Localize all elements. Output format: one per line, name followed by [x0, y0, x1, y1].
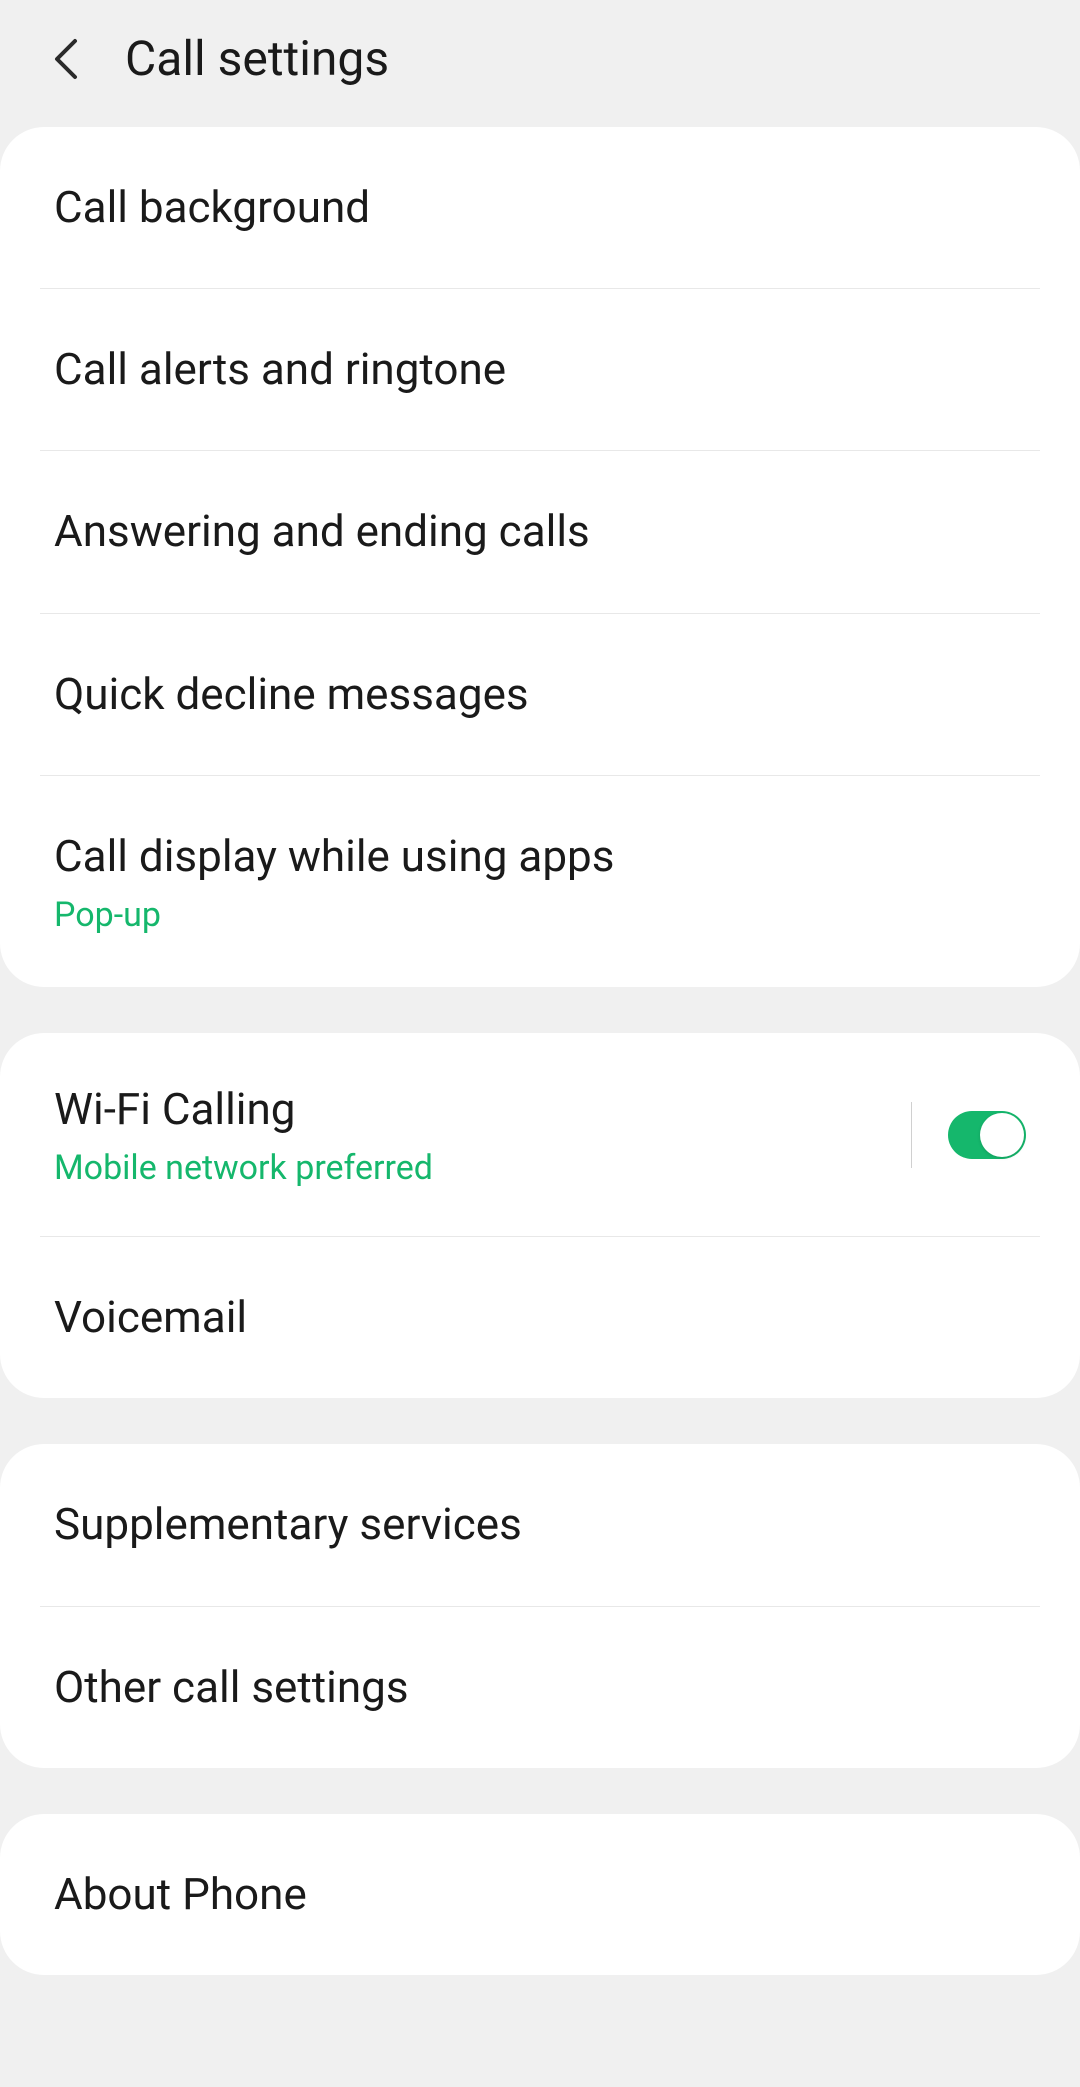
page-title: Call settings — [125, 30, 389, 87]
toggle-knob — [980, 1113, 1024, 1157]
list-item-subtitle: Pop-up — [54, 895, 1026, 935]
list-item-label: Answering and ending calls — [54, 503, 1026, 560]
toggle-area — [911, 1102, 1026, 1168]
list-item-subtitle: Mobile network preferred — [54, 1148, 911, 1188]
call-alerts-ringtone-item[interactable]: Call alerts and ringtone — [0, 289, 1080, 450]
back-button[interactable] — [45, 39, 85, 79]
list-item-label: Wi-Fi Calling — [54, 1081, 911, 1138]
list-item-text: Wi-Fi Calling Mobile network preferred — [54, 1081, 911, 1188]
settings-group-2: Wi-Fi Calling Mobile network preferred V… — [0, 1033, 1080, 1398]
header: Call settings — [0, 0, 1080, 127]
call-display-while-using-apps-item[interactable]: Call display while using apps Pop-up — [0, 776, 1080, 987]
other-call-settings-item[interactable]: Other call settings — [0, 1607, 1080, 1768]
list-item-label: About Phone — [54, 1866, 1026, 1923]
quick-decline-messages-item[interactable]: Quick decline messages — [0, 614, 1080, 775]
settings-group-1: Call background Call alerts and ringtone… — [0, 127, 1080, 987]
list-item-label: Other call settings — [54, 1659, 1026, 1716]
answering-ending-calls-item[interactable]: Answering and ending calls — [0, 451, 1080, 612]
vertical-divider — [911, 1102, 912, 1168]
list-item-label: Supplementary services — [54, 1496, 1026, 1553]
list-item-label: Call display while using apps — [54, 828, 1026, 885]
wifi-calling-item[interactable]: Wi-Fi Calling Mobile network preferred — [0, 1033, 1080, 1236]
call-background-item[interactable]: Call background — [0, 127, 1080, 288]
supplementary-services-item[interactable]: Supplementary services — [0, 1444, 1080, 1605]
settings-group-4: About Phone — [0, 1814, 1080, 1975]
list-item-label: Call background — [54, 179, 1026, 236]
about-phone-item[interactable]: About Phone — [0, 1814, 1080, 1975]
settings-group-3: Supplementary services Other call settin… — [0, 1444, 1080, 1767]
list-item-label: Call alerts and ringtone — [54, 341, 1026, 398]
voicemail-item[interactable]: Voicemail — [0, 1237, 1080, 1398]
list-item-label: Quick decline messages — [54, 666, 1026, 723]
list-item-label: Voicemail — [54, 1289, 1026, 1346]
wifi-calling-toggle[interactable] — [948, 1111, 1026, 1159]
chevron-left-icon — [51, 37, 79, 81]
